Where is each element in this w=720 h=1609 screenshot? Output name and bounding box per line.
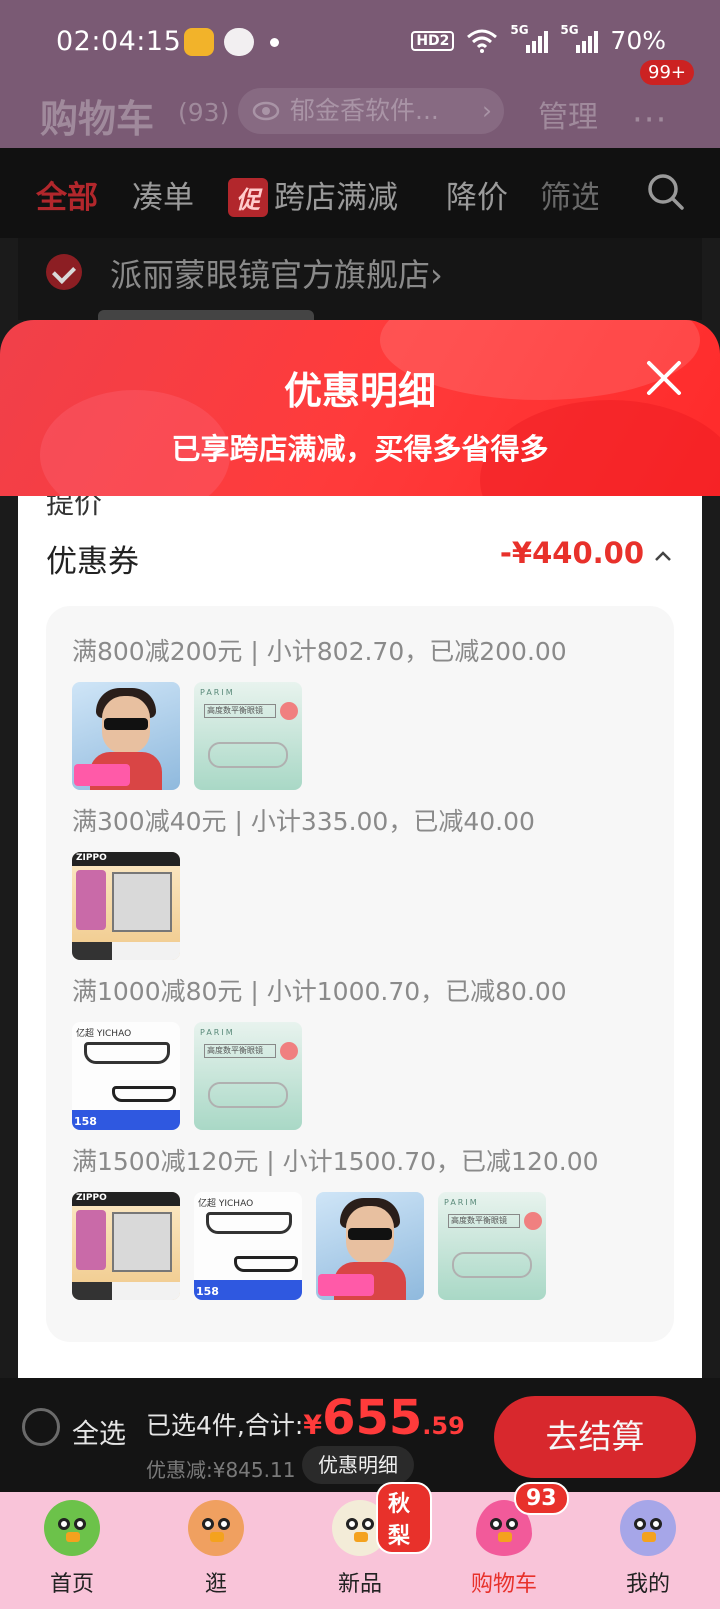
discount-group-title: 满300减40元 | 小计335.00，已减40.00 [72,807,535,836]
price-text: 158 [74,1115,97,1128]
discount-group-title: 满1500减120元 | 小计1500.70，已减120.00 [72,1147,599,1176]
discount-detail-button[interactable]: 优惠明细 [302,1446,414,1484]
product-thumb-parim-glasses[interactable]: PARIM 高度数平衡眼镜 [438,1192,546,1300]
currency-symbol: ¥ [303,1410,323,1441]
select-all-label[interactable]: 全选 [72,1412,126,1451]
nav-label: 逛 [204,1572,227,1597]
sheet-title: 优惠明细 [283,369,436,413]
nav-item-home[interactable]: 首页 [0,1492,144,1609]
battery-level: 70% [610,26,666,55]
brand-text: 亿超 YICHAO [198,1199,254,1209]
eye-icon [252,101,280,121]
search-icon[interactable] [646,172,686,212]
nav-item-browse[interactable]: 逛 [144,1492,288,1609]
product-thumb-kid-sunglasses[interactable] [72,682,180,790]
status-time: 02:04:15 [56,26,182,57]
more-icon[interactable]: ··· [632,100,667,140]
coupon-label: 优惠券 [46,544,139,580]
wechat-icon [224,28,254,56]
discount-group-title: 满800减200元 | 小计802.70，已减200.00 [72,637,567,666]
discount-sheet-header: 优惠明细 已享跨店满减，买得多省得多 [0,320,720,496]
cart-count: (93) [178,98,230,127]
shop-row: 派丽蒙眼镜官方旗舰店› [18,238,702,330]
product-thumb-parim-glasses[interactable]: PARIM 高度数平衡眼镜 [194,682,302,790]
product-thumb-parim-glasses[interactable]: PARIM 高度数平衡眼镜 [194,1022,302,1130]
product-caption: 高度数平衡眼镜 [204,704,276,718]
nav-item-profile[interactable]: 我的 [576,1492,720,1609]
sheet-subtitle: 已享跨店满减，买得多省得多 [171,432,549,466]
status-indicators: HD2 5G 5G 70% [411,23,666,55]
caret-up-icon [655,551,671,561]
select-all-checkbox[interactable] [22,1408,60,1446]
price-text: 158 [196,1285,219,1298]
signal-5g-icon: 5G [510,23,549,53]
wifi-icon [467,29,498,53]
product-thumb-yichao-glasses[interactable]: 亿超 YICHAO 158 [194,1192,302,1300]
nav-label: 购物车 [470,1572,537,1597]
product-caption: 高度数平衡眼镜 [448,1214,520,1228]
nav-item-new[interactable]: 秋梨 新品 [288,1482,432,1609]
new-badge: 秋梨 [376,1482,432,1554]
nav-item-cart[interactable]: 93 购物车 [432,1482,576,1609]
signal-5g-icon-2: 5G [560,23,599,53]
product-thumb-zippo[interactable]: ZIPPO [72,852,180,960]
weibo-icon [184,28,214,56]
cart-count-badge: 93 [514,1482,569,1515]
order-total: 已选4件,合计:¥655.59 [146,1390,465,1446]
home-bird-icon [44,1500,100,1556]
product-thumb-kid-sunglasses[interactable] [316,1192,424,1300]
profile-bird-icon [620,1500,676,1556]
cart-header: 购物车 (93) 郁金香软件... › 管理 ··· 99+ [0,60,720,148]
browse-bird-icon [188,1500,244,1556]
product-thumb-zippo[interactable]: ZIPPO [72,1192,180,1300]
tab-all[interactable]: 全部 [36,172,98,217]
discount-group-title: 满1000减80元 | 小计1000.70，已减80.00 [72,977,567,1006]
brand-text: 亿超 YICHAO [76,1029,132,1039]
address-text: 郁金香软件... [290,96,439,125]
shop-name[interactable]: 派丽蒙眼镜官方旗舰店› [110,250,443,296]
tab-price-drop[interactable]: 降价 [446,172,508,217]
shop-name-text: 派丽蒙眼镜官方旗舰店 [110,256,431,294]
brand-text: PARIM [200,688,235,697]
page-title: 购物车 [40,97,155,141]
message-badge: 99+ [640,60,694,85]
manage-button[interactable]: 管理 [538,92,598,136]
close-icon[interactable] [644,358,684,398]
product-thumb-yichao-glasses[interactable]: 亿超 YICHAO 158 [72,1022,180,1130]
hd-voice-icon: HD2 [411,30,455,51]
brand-text: ZIPPO [76,853,107,863]
status-bar: 02:04:15 HD2 5G 5G 70% [0,0,720,88]
nav-label: 我的 [625,1572,670,1597]
promo-tag: 促 [228,178,268,217]
nav-label: 新品 [337,1572,382,1597]
chevron-right-icon: › [430,256,443,294]
brand-text: PARIM [444,1198,479,1207]
summary-prefix: 已选4件,合计: [146,1411,304,1440]
address-selector[interactable]: 郁金香软件... › [238,88,504,134]
product-caption: 高度数平衡眼镜 [204,1044,276,1058]
chevron-right-icon: › [482,96,492,125]
tab-bundle[interactable]: 凑单 [132,172,194,217]
total-integer: 655 [322,1390,423,1446]
notification-dot-icon [270,38,279,47]
bottom-nav: 首页 逛 秋梨 新品 93 购物车 我的 [0,1482,720,1609]
tab-filter[interactable]: 筛选 [540,172,598,217]
peek-text: 提价 [46,496,103,520]
total-decimal: .59 [422,1412,465,1440]
brand-text: ZIPPO [76,1193,107,1203]
brand-text: PARIM [200,1028,235,1037]
checkout-button[interactable]: 去结算 [494,1396,696,1478]
discount-sheet-body: 提价 优惠券 -¥440.00 满800减200元 | 小计802.70，已减2… [18,496,702,1378]
tab-cross-store-label: 跨店满减 [274,180,398,216]
checkout-bar: 全选 已选4件,合计:¥655.59 优惠减:¥845.11 优惠明细 去结算 [0,1378,720,1492]
coupon-row[interactable]: 优惠券 -¥440.00 [18,532,702,582]
filter-tabs: 全部 凑单 促跨店满减 降价 筛选 [0,148,720,238]
tab-cross-store[interactable]: 促跨店满减 [228,172,398,217]
discount-groups-panel: 满800减200元 | 小计802.70，已减200.00 PARIM 高度数平… [46,606,674,1342]
coupon-amount: -¥440.00 [499,536,644,570]
nav-label: 首页 [49,1572,94,1597]
shop-checkbox[interactable] [46,254,82,290]
saved-amount: 优惠减:¥845.11 [146,1458,296,1482]
